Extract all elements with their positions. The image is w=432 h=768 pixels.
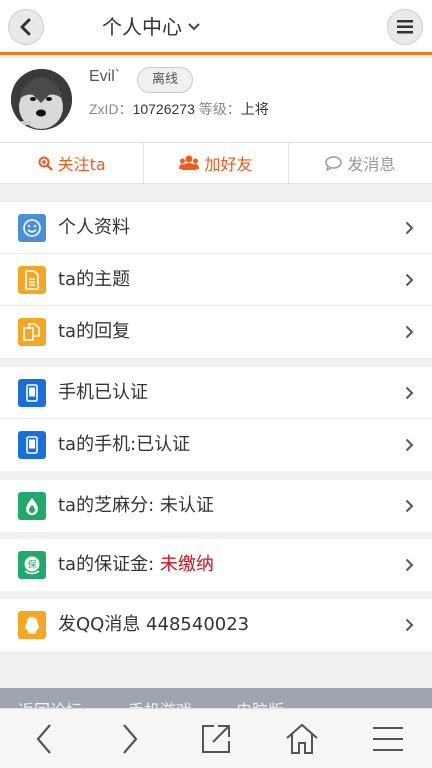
sesame-icon — [18, 492, 46, 520]
chevron-right-icon — [405, 558, 414, 572]
footer-link-desktop[interactable]: 电脑版 — [236, 697, 284, 708]
page-title-dropdown[interactable]: 个人中心 — [102, 12, 200, 42]
arrow-left-icon — [36, 724, 51, 754]
menu-group-sesame: ta的芝麻分: 未认证 — [0, 480, 432, 532]
browser-menu-button[interactable] — [368, 721, 408, 757]
zxid-label: ZxID： — [89, 101, 133, 117]
browser-forward-button[interactable] — [110, 721, 150, 757]
menu-item-label: 发QQ消息 448540023 — [58, 614, 250, 635]
chevron-right-icon — [405, 386, 414, 400]
menu-item-label: 手机已认证 — [58, 382, 148, 403]
menu-button[interactable] — [387, 9, 423, 45]
menu-item-label: ta的芝麻分: 未认证 — [58, 495, 214, 516]
menu-item-label: ta的保证金: 未缴纳 — [58, 539, 214, 591]
hamburger-menu-icon — [397, 20, 413, 34]
avatar[interactable] — [11, 69, 72, 130]
menu-item-replies[interactable]: ta的回复 — [0, 306, 432, 358]
husky-avatar-image — [11, 69, 72, 130]
chevron-right-icon — [405, 499, 414, 513]
action-bar: 关注ta 加好友 发消息 — [0, 142, 432, 184]
arrow-right-icon — [123, 724, 138, 754]
chevron-right-icon — [405, 438, 414, 452]
back-button[interactable] — [8, 9, 44, 45]
menu-item-deposit[interactable]: 保 ta的保证金: 未缴纳 — [0, 539, 432, 591]
deposit-label: ta的保证金: — [58, 554, 160, 575]
mobile-icon — [18, 379, 46, 407]
follow-label: 关注ta — [57, 155, 106, 174]
qq-icon — [18, 611, 46, 639]
search-plus-icon — [38, 156, 53, 171]
chevron-right-icon — [405, 325, 414, 339]
browser-share-button[interactable] — [196, 721, 236, 757]
send-message-label: 发消息 — [347, 155, 396, 174]
menu-item-phone-verified[interactable]: 手机已认证 — [0, 367, 432, 419]
menu-item-profile-info[interactable]: 个人资料 — [0, 202, 432, 254]
top-header: 个人中心 — [0, 0, 432, 55]
level-label: 等级： — [198, 101, 241, 117]
menu-item-label: 个人资料 — [58, 217, 130, 238]
browser-toolbar — [0, 708, 432, 768]
username: Evil` — [89, 68, 121, 85]
send-message-button[interactable]: 发消息 — [289, 143, 432, 183]
user-meta: ZxID：10726273 等级：上将 — [89, 99, 269, 119]
add-friend-button[interactable]: 加好友 — [144, 143, 289, 183]
document-icon — [18, 266, 46, 294]
menu-item-sesame-score[interactable]: ta的芝麻分: 未认证 — [0, 480, 432, 532]
menu-group-qq: 发QQ消息 448540023 — [0, 599, 432, 651]
chevron-right-icon — [405, 618, 414, 632]
users-icon — [179, 155, 200, 170]
menu-item-label: ta的主题 — [58, 269, 131, 290]
page-title: 个人中心 — [102, 15, 182, 39]
footer-links: 返回论坛 手机游戏 电脑版 — [0, 688, 432, 708]
footer-link-mobile-games[interactable]: 手机游戏 — [128, 697, 192, 708]
menu-group-content: 个人资料 ta的主题 ta的回复 — [0, 202, 432, 358]
svg-text:保: 保 — [27, 559, 36, 571]
smiley-icon — [18, 214, 46, 242]
mobile-icon — [18, 431, 46, 459]
level-value: 上将 — [240, 101, 269, 117]
menu-icon — [373, 727, 403, 751]
deposit-shield-icon: 保 — [18, 551, 46, 579]
browser-home-button[interactable] — [282, 721, 322, 757]
chevron-right-icon — [405, 273, 414, 287]
home-icon — [286, 723, 318, 754]
menu-item-ta-phone[interactable]: ta的手机:已认证 — [0, 419, 432, 471]
status-badge: 离线 — [137, 67, 193, 93]
chevron-left-icon — [20, 18, 31, 36]
menu-item-threads[interactable]: ta的主题 — [0, 254, 432, 306]
menu-item-label: ta的手机:已认证 — [58, 434, 191, 455]
deposit-status: 未缴纳 — [159, 554, 214, 575]
copy-icon — [18, 318, 46, 346]
browser-back-button[interactable] — [24, 721, 64, 757]
menu-item-qq-message[interactable]: 发QQ消息 448540023 — [0, 599, 432, 651]
menu-group-deposit: 保 ta的保证金: 未缴纳 — [0, 539, 432, 591]
follow-button[interactable]: 关注ta — [0, 143, 145, 183]
add-friend-label: 加好友 — [204, 155, 253, 174]
profile-card: Evil` 离线 ZxID：10726273 等级：上将 — [0, 58, 432, 142]
share-icon — [202, 725, 230, 753]
chat-bubble-icon — [325, 155, 343, 171]
footer-link-forum[interactable]: 返回论坛 — [18, 697, 82, 708]
chevron-down-icon — [188, 23, 200, 31]
menu-item-label: ta的回复 — [58, 321, 131, 342]
menu-group-phone: 手机已认证 ta的手机:已认证 — [0, 367, 432, 471]
zxid-value: 10726273 — [132, 101, 195, 117]
chevron-right-icon — [405, 221, 414, 235]
